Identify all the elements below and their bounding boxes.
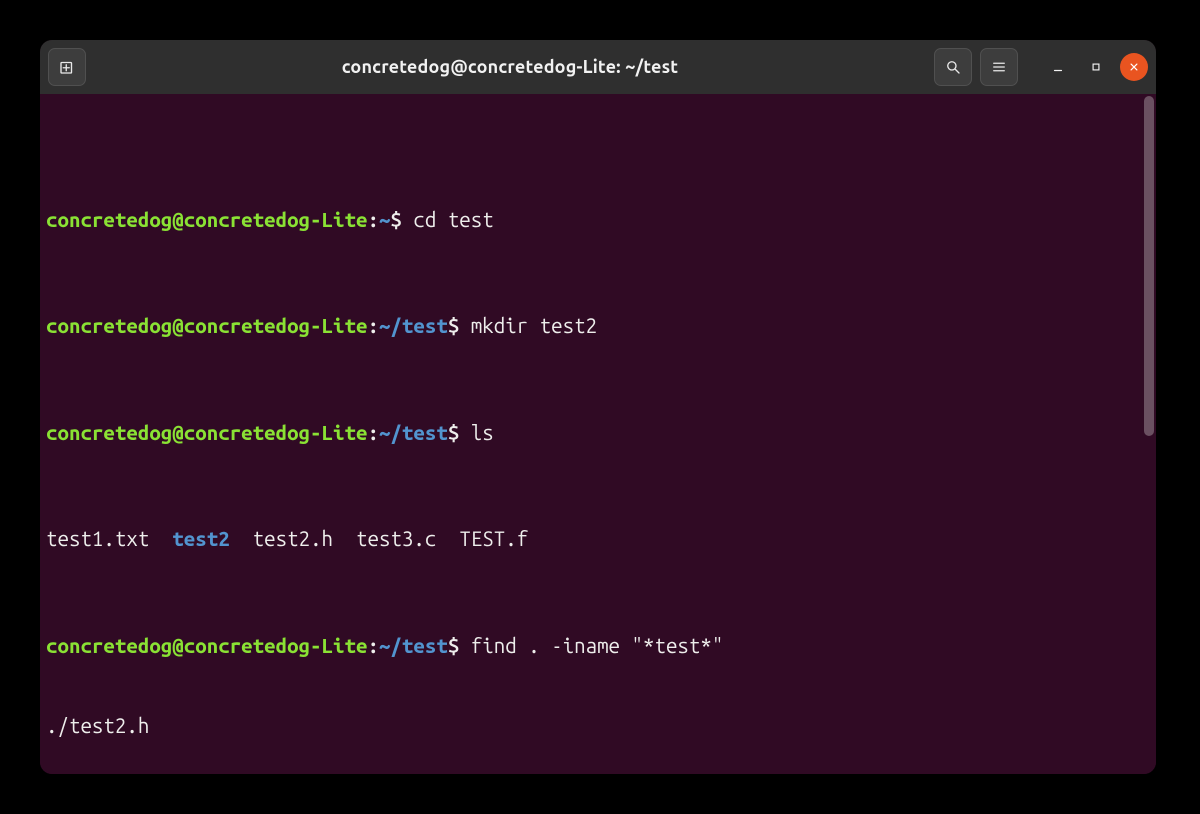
search-button[interactable] bbox=[934, 48, 972, 86]
new-tab-button[interactable] bbox=[48, 48, 86, 86]
close-button[interactable] bbox=[1120, 53, 1148, 81]
window-title: concretedog@concretedog-Lite: ~/test bbox=[94, 57, 926, 77]
window-controls bbox=[1044, 53, 1148, 81]
prompt-user: concretedog@concretedog-Lite bbox=[46, 421, 367, 444]
prompt-path: ~/test bbox=[379, 314, 448, 337]
term-line: concretedog@concretedog-Lite:~/test$ mkd… bbox=[46, 313, 1150, 340]
maximize-button[interactable] bbox=[1082, 53, 1110, 81]
prompt-dollar: $ bbox=[390, 208, 401, 231]
prompt-path: ~/test bbox=[379, 634, 448, 657]
command-text: ls bbox=[471, 421, 494, 444]
prompt-user: concretedog@concretedog-Lite bbox=[46, 208, 367, 231]
titlebar: concretedog@concretedog-Lite: ~/test bbox=[40, 40, 1156, 94]
term-line: concretedog@concretedog-Lite:~/test$ ls bbox=[46, 420, 1150, 447]
scrollbar-thumb[interactable] bbox=[1144, 96, 1154, 436]
prompt-colon: : bbox=[367, 208, 378, 231]
prompt-user: concretedog@concretedog-Lite bbox=[46, 634, 367, 657]
command-text: cd test bbox=[413, 208, 493, 231]
ls-output: test1.txt test2 test2.h test3.c TEST.f bbox=[46, 526, 1150, 553]
terminal-window: concretedog@concretedog-Lite: ~/test con… bbox=[40, 40, 1156, 774]
terminal-body[interactable]: concretedog@concretedog-Lite:~$ cd test … bbox=[40, 94, 1156, 774]
command-text: find . -iname "*test*" bbox=[471, 634, 724, 657]
prompt-path: ~/test bbox=[379, 421, 448, 444]
prompt-path: ~ bbox=[379, 208, 390, 231]
prompt-user: concretedog@concretedog-Lite bbox=[46, 314, 367, 337]
term-line: concretedog@concretedog-Lite:~$ cd test bbox=[46, 207, 1150, 234]
minimize-button[interactable] bbox=[1044, 53, 1072, 81]
term-line: concretedog@concretedog-Lite:~/test$ fin… bbox=[46, 633, 1150, 660]
directory-item: test2 bbox=[172, 527, 229, 550]
menu-button[interactable] bbox=[980, 48, 1018, 86]
output-line: ./test2.h bbox=[46, 713, 1150, 740]
command-text: mkdir test2 bbox=[471, 314, 597, 337]
